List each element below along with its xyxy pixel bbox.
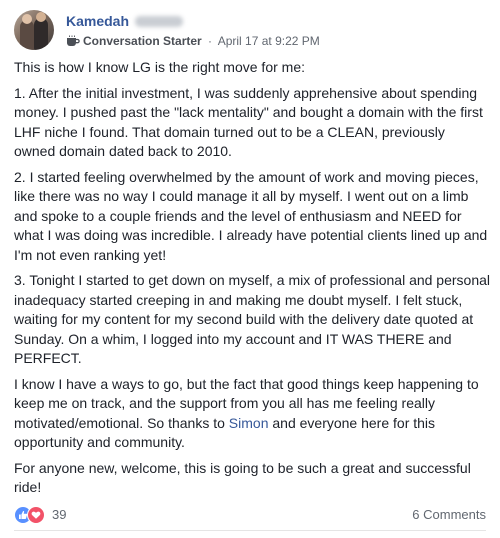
redacted-surname [135, 16, 184, 27]
post-paragraph-2: 2. I started feeling overwhelmed by the … [14, 168, 488, 263]
footer-divider [14, 530, 486, 531]
post-body: This is how I know LG is the right move … [14, 58, 490, 504]
coffee-cup-icon [66, 35, 80, 47]
author-name[interactable]: Kamedah [66, 13, 129, 29]
reaction-count: 39 [52, 507, 67, 522]
meta-separator: · [208, 34, 213, 48]
post-paragraph-1: 1. After the initial investment, I was s… [14, 84, 483, 160]
badge-label: Conversation Starter [83, 34, 202, 48]
mention-link-simon[interactable]: Simon [229, 415, 269, 431]
post-paragraph-4: I know I have a ways to go, but the fact… [14, 375, 490, 453]
facebook-post: Kamedah Conversation Starter · April 17 … [0, 0, 500, 538]
love-icon [27, 506, 45, 524]
post-footer: 39 6 Comments [14, 498, 486, 528]
author-row: Kamedah [66, 13, 184, 31]
post-intro: This is how I know LG is the right move … [14, 59, 305, 75]
avatar[interactable] [14, 10, 54, 50]
post-paragraph-5: For anyone new, welcome, this is going t… [14, 459, 471, 496]
post-paragraph-3: 3. Tonight I started to get down on myse… [14, 272, 491, 366]
comments-count-link[interactable]: 6 Comments [412, 507, 486, 522]
post-meta: Conversation Starter · April 17 at 9:22 … [66, 34, 320, 48]
post-timestamp[interactable]: April 17 at 9:22 PM [218, 34, 320, 48]
